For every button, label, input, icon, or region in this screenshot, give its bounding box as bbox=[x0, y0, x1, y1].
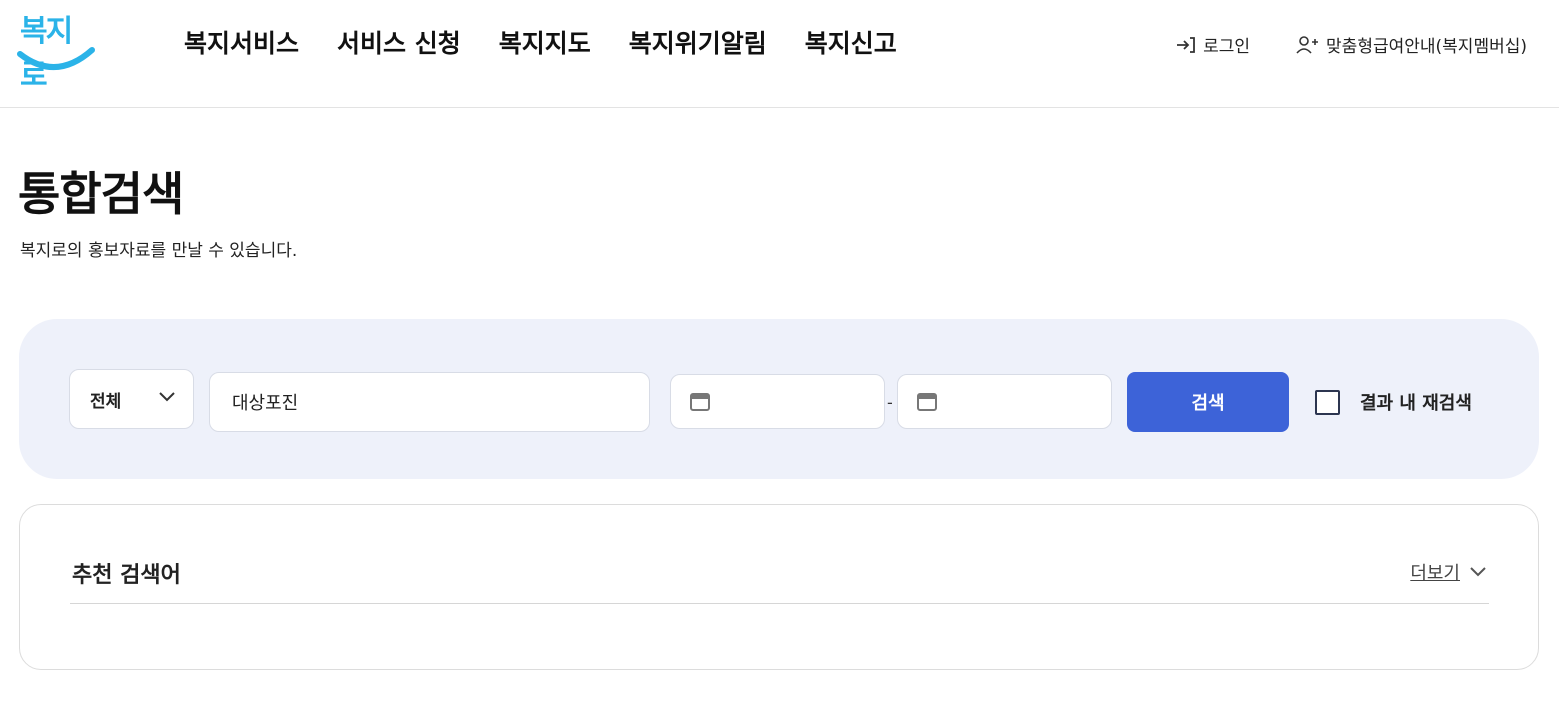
category-select-value: 전체 bbox=[90, 391, 122, 412]
utility-menu: 로그인 맞춤형급여안내(복지멤버십) bbox=[1129, 32, 1527, 57]
main-nav: 복지서비스 서비스 신청 복지지도 복지위기알림 복지신고 bbox=[184, 24, 935, 60]
divider bbox=[70, 603, 1489, 604]
page-title: 통합검색 bbox=[18, 167, 184, 221]
logo-smile-icon bbox=[17, 47, 95, 70]
nav-item-welfare-map[interactable]: 복지지도 bbox=[499, 24, 591, 60]
category-select[interactable]: 전체 bbox=[69, 369, 194, 429]
calendar-icon bbox=[690, 392, 710, 411]
research-checkbox[interactable] bbox=[1315, 389, 1340, 415]
membership-link[interactable]: 맞춤형급여안내(복지멤버십) bbox=[1296, 32, 1527, 57]
search-button[interactable]: 검색 bbox=[1127, 372, 1289, 432]
research-option[interactable]: 결과 내 재검색 bbox=[1315, 389, 1472, 415]
nav-item-welfare-report[interactable]: 복지신고 bbox=[805, 24, 897, 60]
nav-item-service-apply[interactable]: 서비스 신청 bbox=[337, 24, 461, 60]
more-button[interactable]: 더보기 bbox=[1410, 559, 1486, 585]
search-panel: 전체 - 검색 결과 내 재검색 bbox=[19, 319, 1539, 479]
recommend-panel: 추천 검색어 더보기 bbox=[19, 504, 1539, 670]
login-link[interactable]: 로그인 bbox=[1175, 32, 1250, 57]
nav-item-welfare-service[interactable]: 복지서비스 bbox=[184, 24, 299, 60]
user-plus-icon bbox=[1296, 35, 1319, 54]
search-input[interactable] bbox=[209, 372, 650, 432]
login-icon bbox=[1177, 36, 1196, 53]
page-description: 복지로의 홍보자료를 만날 수 있습니다. bbox=[20, 241, 298, 261]
recommend-title: 추천 검색어 bbox=[72, 563, 181, 588]
login-label: 로그인 bbox=[1203, 37, 1251, 57]
nav-item-crisis-alert[interactable]: 복지위기알림 bbox=[629, 24, 767, 60]
more-label: 더보기 bbox=[1410, 563, 1460, 584]
date-to-field[interactable] bbox=[897, 374, 1112, 429]
membership-label: 맞춤형급여안내(복지멤버십) bbox=[1326, 37, 1527, 57]
date-separator: - bbox=[887, 393, 893, 412]
site-logo[interactable]: 복지로 bbox=[16, 4, 96, 93]
chevron-down-icon bbox=[159, 392, 175, 402]
calendar-icon bbox=[917, 392, 937, 411]
chevron-down-icon bbox=[1470, 567, 1486, 577]
date-from-field[interactable] bbox=[670, 374, 885, 429]
research-label: 결과 내 재검색 bbox=[1360, 393, 1472, 414]
site-header: 복지로 복지서비스 서비스 신청 복지지도 복지위기알림 복지신고 로그인 맞춤… bbox=[0, 0, 1559, 108]
